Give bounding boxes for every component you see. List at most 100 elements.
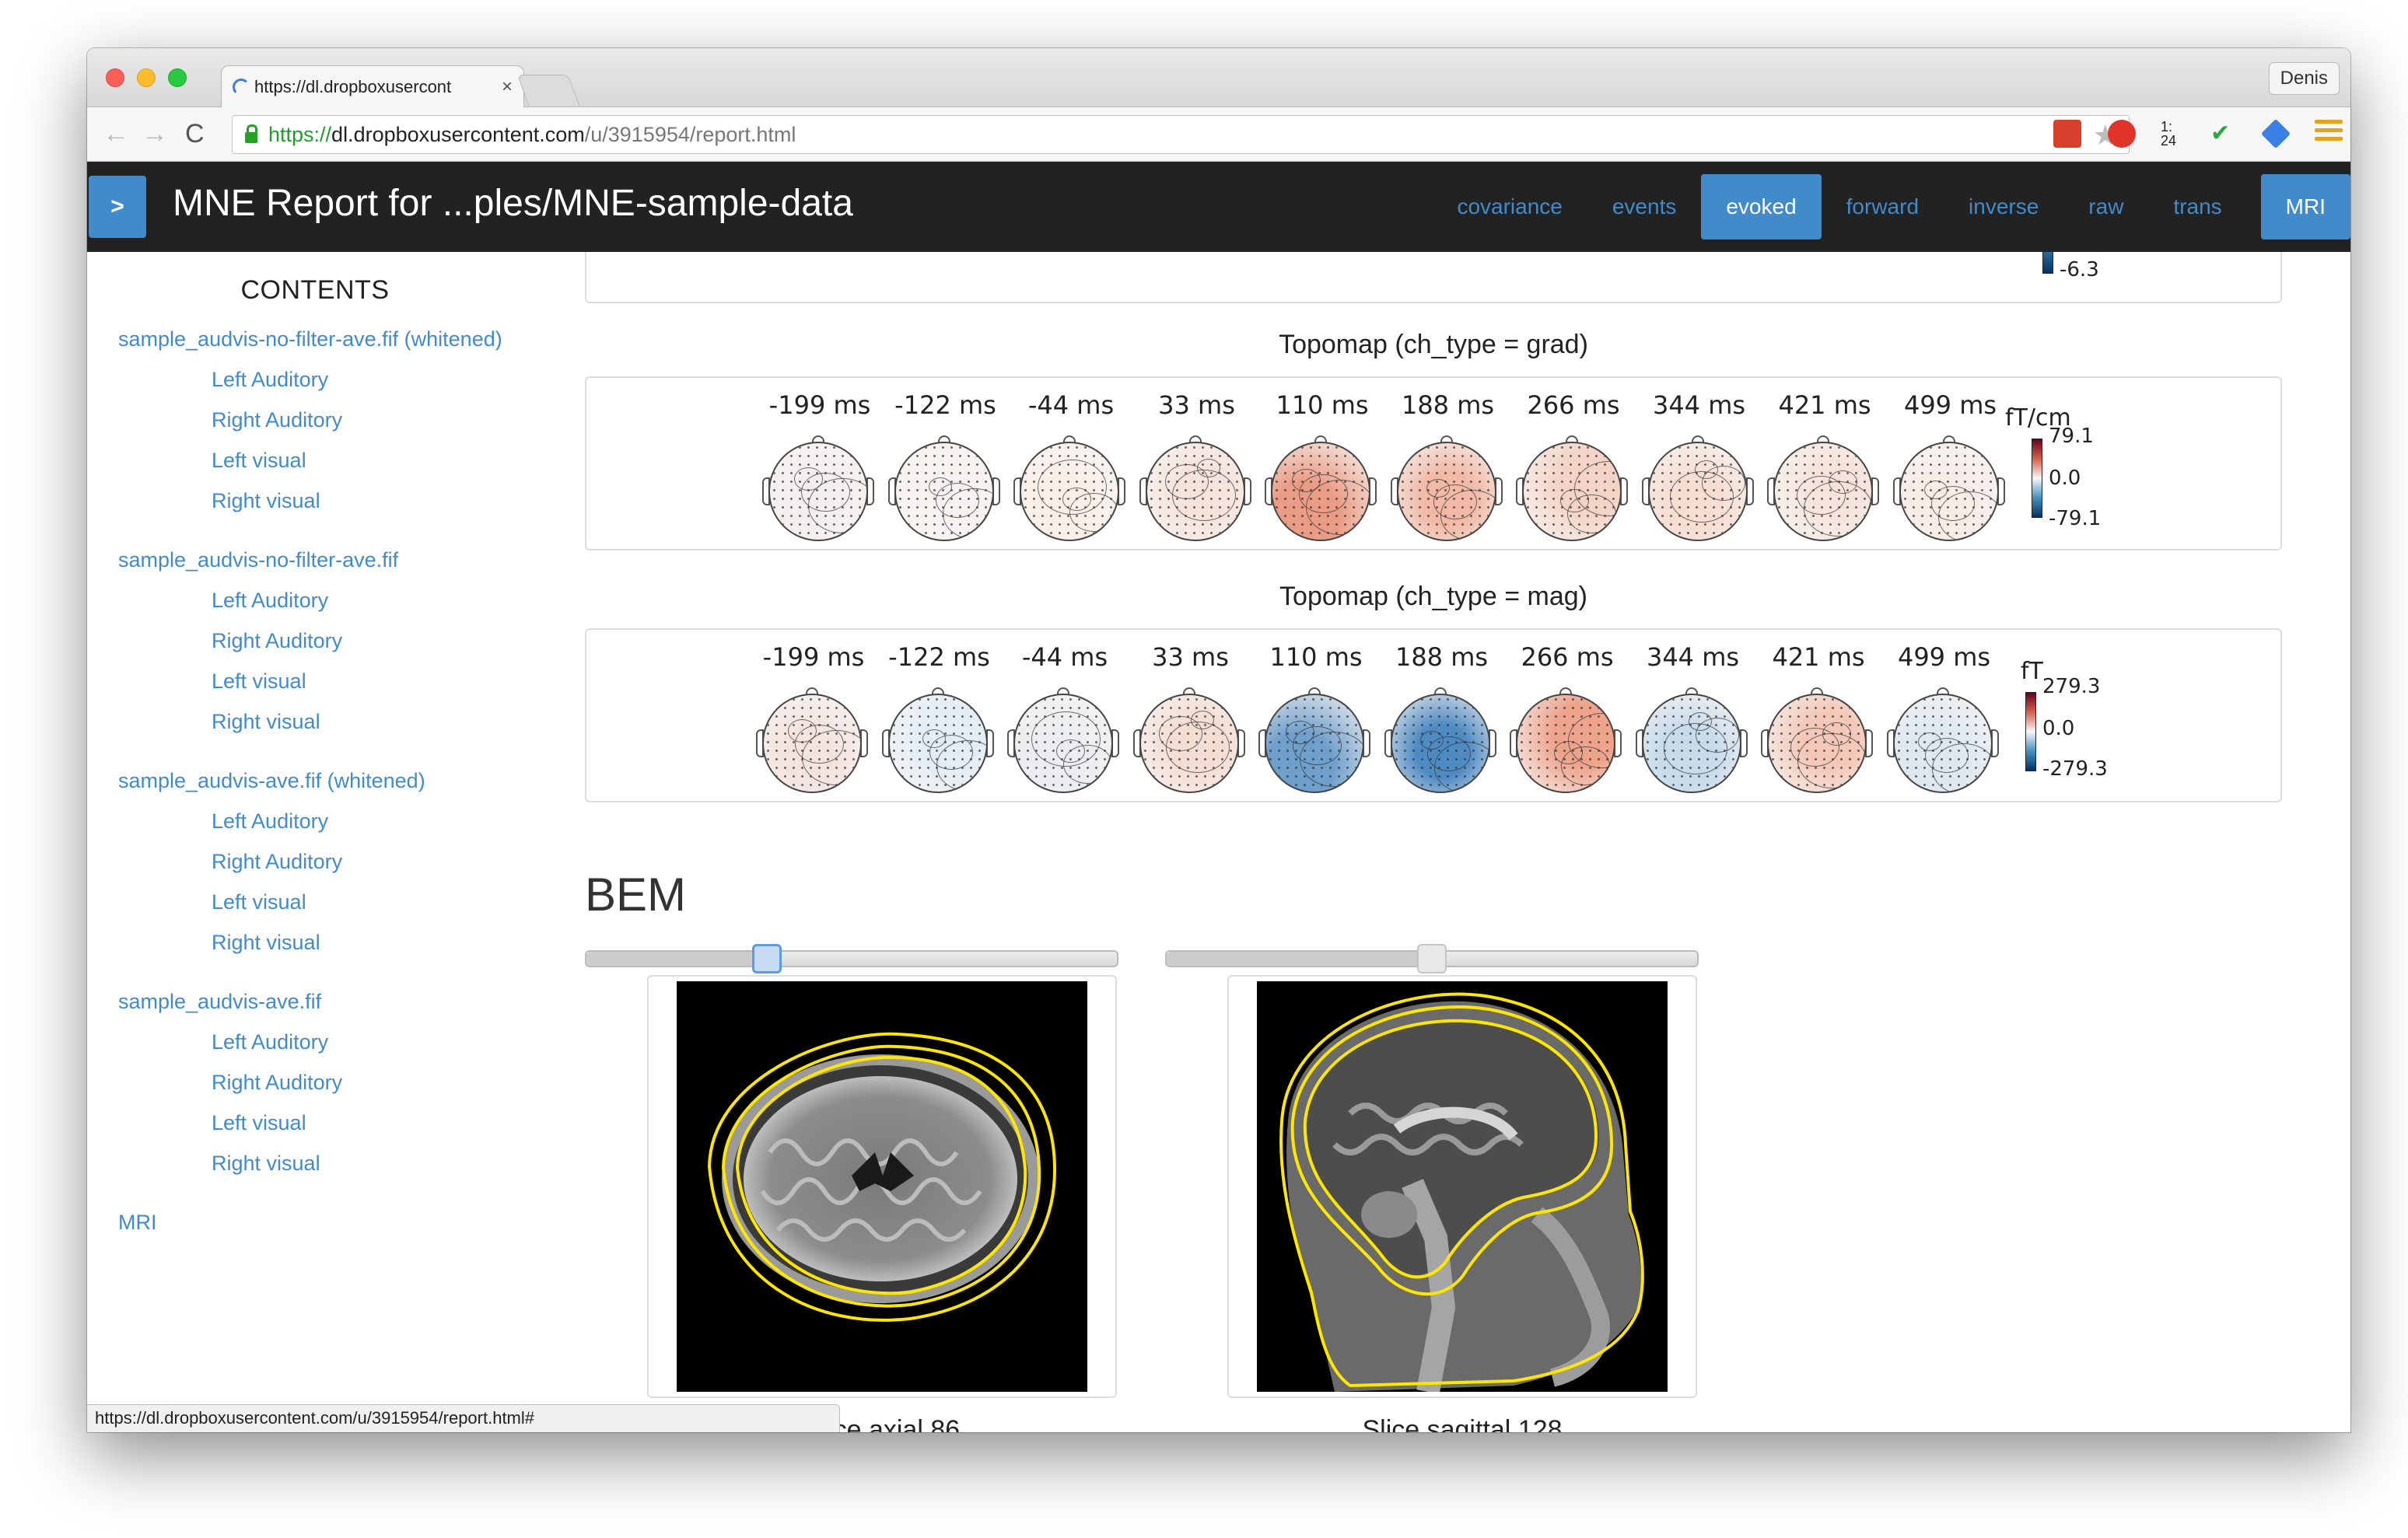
toc-condition-link[interactable]: Left Auditory [118,580,554,620]
topomap-head [1899,442,1999,541]
toc-condition-link[interactable]: Left visual [118,1103,554,1143]
topomap-head [1265,694,1364,793]
topomap-head [1892,694,1993,793]
sagittal-mri-frame [1227,975,1697,1398]
mag-cbar-mid: 0.0 [2042,717,2075,740]
toc-condition-link[interactable]: Right visual [118,922,554,963]
nav-link-evoked[interactable]: evoked [1701,174,1822,239]
grad-topomap-row: -199 ms -122 ms -44 ms 33 ms 110 ms 188 ms 266… [758,390,2080,546]
minimize-window-button[interactable] [137,68,156,87]
topomap: 188 ms [1380,642,1504,798]
topomap: 499 ms [1882,642,2007,798]
toc-condition-link[interactable]: Right visual [118,1143,554,1183]
topomap-head [1139,694,1239,793]
nav-link-forward[interactable]: forward [1822,174,1944,239]
nav-link-covariance[interactable]: covariance [1432,174,1587,239]
address-url[interactable]: https://dl.dropboxusercontent.com/u/3915… [268,123,796,147]
toc-condition-link[interactable]: Left visual [118,882,554,922]
sagittal-mri-image [1257,981,1668,1392]
topomap-head [1013,694,1113,793]
topomap-head [1396,442,1496,541]
toc-condition-link[interactable]: Right visual [118,481,554,521]
extension-opera-icon[interactable] [2108,120,2136,148]
extension-counter-icon[interactable]: 1: 24 [2161,120,2189,148]
report-nav-links: covariance events evoked forward inverse raw t… [1432,174,2350,239]
tab-strip: https://dl.dropboxusercont × Denis [87,48,2350,107]
tab-close-icon[interactable]: × [502,76,513,98]
toc-condition-link[interactable]: Right Auditory [118,400,554,440]
zoom-window-button[interactable] [168,68,187,87]
topomap: 266 ms [1511,390,1636,546]
topomap-head [1516,694,1615,793]
axial-mri-frame [647,975,1117,1398]
toc-file-link[interactable]: sample_audvis-no-filter-ave.fif [118,540,554,580]
topomap: -44 ms [1003,642,1127,798]
toc-condition-link[interactable]: Left Auditory [118,801,554,841]
toc-condition-link[interactable]: Left visual [118,661,554,701]
extension-diamond-icon[interactable] [2260,118,2291,149]
axial-slider-handle[interactable] [751,944,782,973]
topomap-head [762,694,862,793]
grad-colorbar [2032,439,2042,518]
toc-file-link[interactable]: sample_audvis-ave.fif [118,981,554,1022]
forward-arrow-icon[interactable]: → [142,118,168,149]
toc-condition-link[interactable]: Left Auditory [118,359,554,400]
grad-cbar-min: -79.1 [2049,507,2102,530]
mag-colorbar [2025,692,2036,771]
bem-section-title: BEM [585,869,687,921]
axial-slice-slider[interactable] [585,944,1118,973]
topomap: 421 ms [1762,390,1887,546]
nav-link-raw[interactable]: raw [2063,174,2148,239]
mag-topomap-panel: -199 ms -122 ms -44 ms 33 ms 110 ms 188 ms 266… [585,628,2282,802]
toc-condition-link[interactable]: Left Auditory [118,1022,554,1062]
address-bar[interactable]: https://dl.dropboxusercontent.com/u/3915… [232,115,2130,154]
topomap: 266 ms [1505,642,1629,798]
sagittal-slice-slider[interactable] [1165,944,1699,973]
toc-file-link[interactable]: sample_audvis-no-filter-ave.fif (whitene… [118,319,554,359]
axial-mri-image [677,981,1087,1392]
toc-mri-link[interactable]: MRI [118,1202,554,1243]
topomap-head [1641,694,1741,793]
grad-topomap-panel: -199 ms -122 ms -44 ms 33 ms 110 ms 188 ms 266… [585,376,2282,551]
topomap: -199 ms [751,642,876,798]
nav-link-mri[interactable]: MRI [2260,174,2350,239]
reload-icon[interactable]: C [185,118,205,149]
topomap-head [894,442,994,541]
toc-heading: CONTENTS [240,275,390,305]
topomap: 344 ms [1637,390,1762,546]
browser-toolbar: ← → C https://dl.dropboxusercontent.com/… [87,107,2350,162]
new-tab-button[interactable] [516,75,580,106]
topomap: 110 ms [1260,390,1384,546]
nav-link-events[interactable]: events [1587,174,1702,239]
profile-button[interactable]: Denis [2268,62,2340,95]
mag-topomap-row: -199 ms -122 ms -44 ms 33 ms 110 ms 188 ms 266… [751,642,2074,798]
mag-cbar-min: -279.3 [2042,757,2108,781]
toc-condition-link[interactable]: Right Auditory [118,841,554,882]
colorbar-min-label: -6.3 [2060,258,2099,281]
browser-tab[interactable]: https://dl.dropboxusercont × [221,65,524,107]
report-title: MNE Report for ...ples/MNE-sample-data [173,183,853,224]
topomap-head [1647,442,1748,541]
nav-link-trans[interactable]: trans [2148,174,2246,239]
close-window-button[interactable] [106,68,124,87]
topomap-head [1767,694,1867,793]
extension-spellcheck-icon[interactable]: ✔ [2210,120,2238,148]
topomap: -199 ms [758,390,882,546]
sidebar-toggle-button[interactable]: > [89,176,146,238]
mag-cbar-max: 279.3 [2042,675,2101,698]
toc-condition-link[interactable]: Right Auditory [118,620,554,661]
topomap: 344 ms [1631,642,1755,798]
browser-window: https://dl.dropboxusercont × Denis ← → C… [87,48,2350,1432]
extension-bookmark-icon[interactable] [2053,120,2081,148]
report-navbar: > MNE Report for ...ples/MNE-sample-data… [87,162,2350,252]
back-arrow-icon[interactable]: ← [103,118,129,149]
menu-hamburger-icon[interactable] [2315,120,2343,148]
toc-condition-link[interactable]: Right Auditory [118,1062,554,1103]
grad-cbar-max: 79.1 [2049,425,2094,448]
toc-condition-link[interactable]: Right visual [118,701,554,742]
toc-file-link[interactable]: sample_audvis-ave.fif (whitened) [118,760,554,801]
sagittal-slider-handle[interactable] [1417,944,1447,973]
sagittal-slice-caption: Slice sagittal 128 [1362,1415,1563,1432]
toc-condition-link[interactable]: Left visual [118,440,554,481]
nav-link-inverse[interactable]: inverse [1944,174,2063,239]
